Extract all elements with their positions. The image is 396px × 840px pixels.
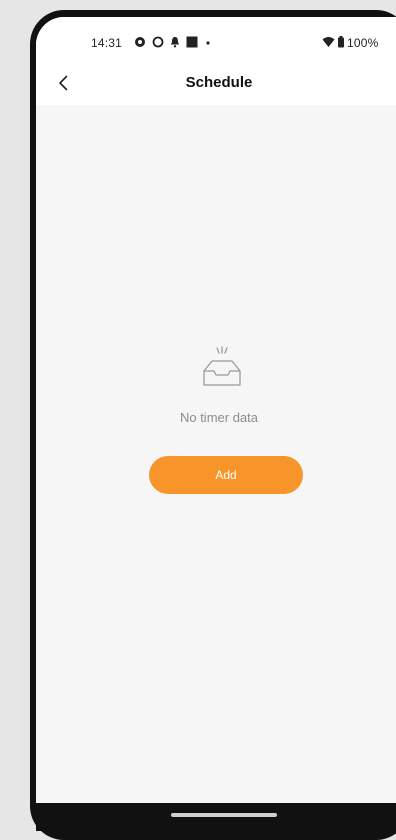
navigation-bar: Schedule <box>36 61 396 105</box>
empty-inbox-icon <box>203 346 241 386</box>
settings-icon <box>135 37 145 47</box>
dot-icon <box>206 41 210 45</box>
home-indicator[interactable] <box>171 813 277 817</box>
status-time: 14:31 <box>91 36 123 50</box>
wifi-icon <box>322 37 335 47</box>
battery-icon <box>338 36 344 48</box>
status-bar: 14:31 100% <box>36 17 396 61</box>
page-title: Schedule <box>185 74 253 91</box>
empty-state-message: No timer data <box>179 410 259 425</box>
app-screen: 14:31 100% Schedule No timer data Add <box>36 17 396 831</box>
battery-percentage: 100% <box>347 36 379 50</box>
notification-bell-icon <box>171 37 179 48</box>
navigation-strip <box>36 803 396 831</box>
add-timer-button[interactable]: Add <box>149 456 303 494</box>
media-icon <box>186 36 198 48</box>
sync-icon <box>152 36 164 48</box>
